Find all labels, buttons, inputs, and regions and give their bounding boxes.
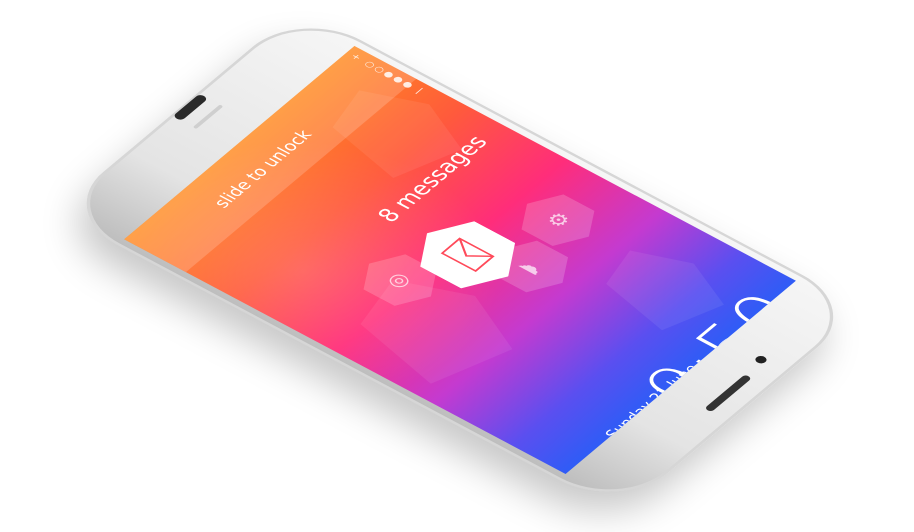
settings-icon[interactable]: ⚙ [506, 186, 610, 254]
stage: slide to unlock + ○○●●● | 9:50 Sunday 21… [0, 0, 914, 532]
phone: slide to unlock + ○○●●● | 9:50 Sunday 21… [55, 7, 865, 513]
facet-decoration [332, 263, 537, 397]
